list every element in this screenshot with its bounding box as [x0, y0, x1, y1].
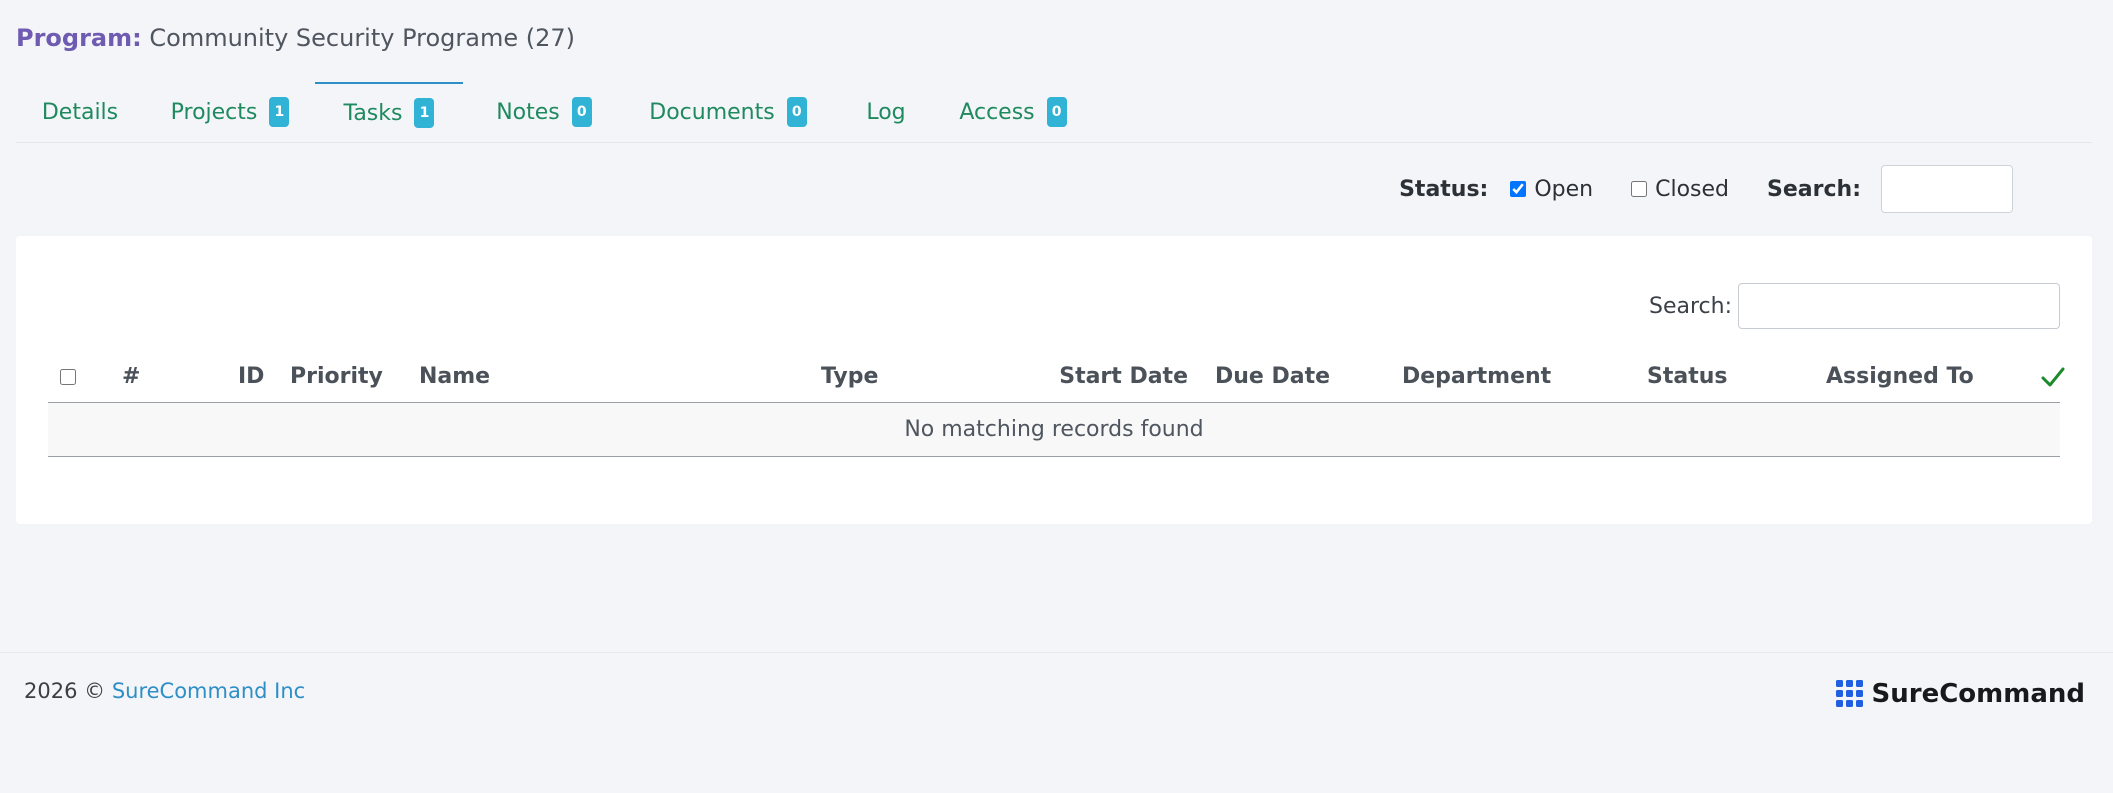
tab-log[interactable]: Log — [850, 82, 922, 142]
copyright: 2026 © SureCommand Inc — [24, 679, 305, 703]
tasks-table-card: Search: # ID Priority Name Type Start Da… — [16, 236, 2092, 524]
table-search: Search: — [1649, 283, 2060, 329]
brand-name: SureCommand — [1871, 679, 2085, 709]
status-filter-label: Status: — [1399, 176, 1489, 202]
page: Program: Community Security Programe (27… — [0, 0, 2113, 793]
open-checkbox[interactable] — [1510, 181, 1527, 197]
tab-label: Notes — [496, 99, 560, 125]
count-badge: 0 — [571, 97, 592, 127]
tab-label: Tasks — [343, 100, 403, 126]
brand-logo: SureCommand — [1835, 679, 2085, 709]
column-header-assigned-to[interactable]: Assigned To — [1826, 352, 1974, 402]
closed-checkbox[interactable] — [1631, 181, 1648, 197]
tab-bar: Details Projects 1 Tasks 1 Notes 0 Docum… — [16, 82, 2092, 143]
column-header-name[interactable]: Name — [419, 352, 490, 402]
table-search-input[interactable] — [1738, 283, 2060, 329]
count-badge: 1 — [269, 97, 290, 127]
tab-label: Projects — [170, 99, 258, 125]
tab-access[interactable]: Access 0 — [938, 82, 1088, 142]
program-label: Program: — [16, 24, 142, 52]
count-badge: 0 — [1046, 97, 1067, 127]
closed-label: Closed — [1655, 176, 1730, 202]
copyright-text: 2026 © — [24, 679, 106, 703]
column-header-start-date[interactable]: Start Date — [1048, 352, 1188, 402]
column-header-number[interactable]: # — [122, 352, 140, 402]
company-link[interactable]: SureCommand Inc — [112, 679, 305, 703]
column-header-type[interactable]: Type — [821, 352, 878, 402]
grid-logo-icon — [1835, 680, 1863, 707]
select-all-checkbox[interactable] — [60, 369, 76, 385]
program-name: Community Security Programe (27) — [149, 24, 576, 52]
check-icon[interactable] — [2040, 364, 2066, 390]
tab-details[interactable]: Details — [16, 82, 144, 142]
count-badge: 0 — [786, 97, 807, 127]
tab-notes[interactable]: Notes 0 — [476, 82, 612, 142]
closed-filter[interactable]: Closed — [1631, 177, 1729, 202]
filter-search-input[interactable] — [1881, 165, 2013, 213]
tab-label: Details — [41, 99, 119, 125]
page-title: Program: Community Security Programe (27… — [16, 20, 575, 56]
column-header-id[interactable]: ID — [238, 352, 264, 402]
column-header-status[interactable]: Status — [1647, 352, 1727, 402]
footer: 2026 © SureCommand Inc SureCommand — [0, 652, 2113, 793]
column-header-department[interactable]: Department — [1402, 352, 1551, 402]
filter-search-label: Search: — [1767, 176, 1861, 202]
tab-tasks[interactable]: Tasks 1 — [315, 82, 463, 142]
tab-label: Documents — [649, 99, 775, 125]
column-header-due-date[interactable]: Due Date — [1215, 352, 1330, 402]
empty-table-row: No matching records found — [48, 403, 2060, 457]
open-label: Open — [1534, 176, 1594, 202]
tab-label: Access — [959, 99, 1035, 125]
table-search-label: Search: — [1649, 293, 1732, 319]
open-filter[interactable]: Open — [1510, 177, 1593, 202]
tab-documents[interactable]: Documents 0 — [628, 82, 828, 142]
column-header-priority[interactable]: Priority — [290, 352, 383, 402]
tab-projects[interactable]: Projects 1 — [156, 82, 304, 142]
count-badge: 1 — [414, 98, 435, 128]
status-filter-bar: Status: Open Closed Search: — [1399, 163, 2013, 215]
table-header: # ID Priority Name Type Start Date Due D… — [48, 352, 2065, 403]
tab-label: Log — [866, 99, 906, 125]
